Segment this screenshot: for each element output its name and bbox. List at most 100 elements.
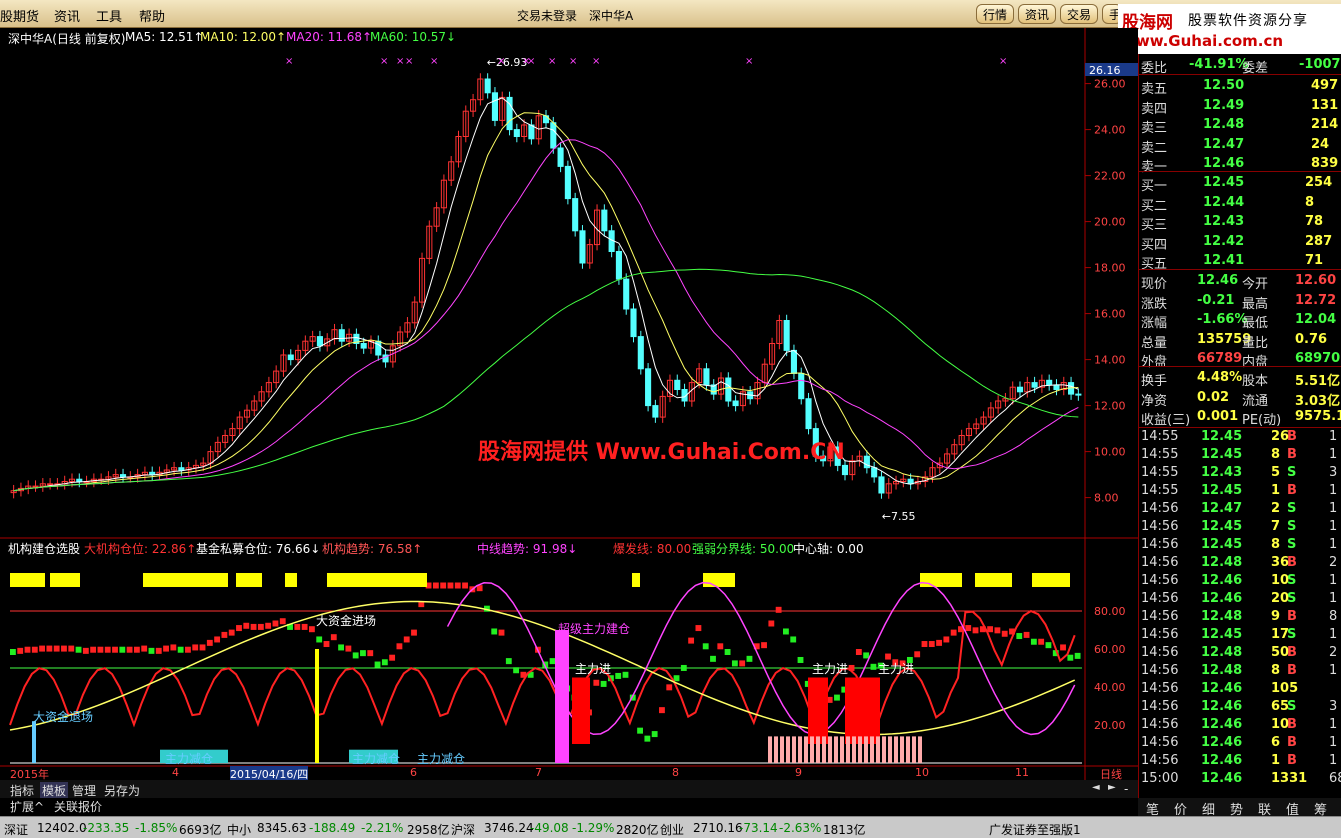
- candle-body: [871, 467, 878, 478]
- quote-cell: S: [1287, 573, 1297, 588]
- trend-bar: [338, 644, 344, 651]
- quote-button[interactable]: 行情: [976, 4, 1015, 24]
- super-build-bar: [555, 630, 569, 763]
- quote-cell: 5: [1271, 465, 1281, 480]
- trend-bar: [1023, 631, 1030, 638]
- quote-cell: 12.44: [1203, 194, 1245, 210]
- x-axis-label: 7: [535, 766, 542, 779]
- quote-cell: 12.47: [1201, 501, 1243, 516]
- trend-bar: [381, 659, 388, 666]
- quote-cell: 1: [1329, 753, 1338, 768]
- quote-cell: 1: [1329, 429, 1338, 444]
- candle-body: [615, 251, 622, 280]
- quote-cell: 1: [1271, 483, 1281, 498]
- menu-help[interactable]: 帮助: [139, 6, 165, 25]
- trend-bar: [637, 727, 643, 734]
- trend-bar: [367, 650, 374, 657]
- kline-chart-area[interactable]: 26.16 26.00 24.00 22.00 20.00 18.00 16.00 14.00…: [0, 28, 1138, 798]
- indicator-annotation: 主力进: [812, 662, 849, 676]
- status-bar: 深证 12402.0 -233.35 -1.85% 6693亿 中小 8345.63 -188…: [0, 816, 1341, 838]
- ind-y-tick-label: 60.00: [1094, 643, 1126, 656]
- pink-bar: [816, 736, 820, 763]
- pink-bar: [780, 736, 784, 763]
- quote-cell: 71: [1305, 253, 1324, 268]
- chart-canvas[interactable]: 26.1626.00 24.00 22.00 20.00 18.00 16.00 14.00…: [0, 28, 1138, 780]
- quote-cell: 3: [1329, 465, 1338, 480]
- tab-manage[interactable]: 管理: [72, 782, 96, 799]
- trend-bar: [498, 629, 505, 636]
- x-axis-label: 6: [410, 766, 417, 779]
- quote-cell: 买三: [1141, 218, 1168, 233]
- tab-template[interactable]: 模板: [40, 782, 69, 799]
- scroll-right-icon[interactable]: ►: [1108, 782, 1116, 793]
- menu-news[interactable]: 资讯: [54, 6, 80, 25]
- tab-related-quote[interactable]: 关联报价: [54, 798, 102, 815]
- menu-futures[interactable]: 股期货: [0, 6, 39, 25]
- y-tick-label: 16.00: [1094, 308, 1126, 321]
- position-block: [1032, 573, 1070, 587]
- trend-bar: [746, 655, 753, 662]
- quote-cell: -1.66%: [1197, 312, 1248, 327]
- quote-cell: 7: [1271, 519, 1281, 534]
- ma-legend-item: MA60: 10.57↓: [370, 30, 457, 44]
- indicator-annotation: 主力进: [575, 662, 612, 676]
- quote-cell: 买一: [1141, 179, 1168, 194]
- tab-extend[interactable]: 扩展^: [10, 798, 44, 815]
- candle-body: [1053, 384, 1060, 390]
- menu-tools[interactable]: 工具: [96, 6, 122, 25]
- quote-cell: 1: [1329, 537, 1338, 552]
- extension-tab-bar: 扩展^ 关联报价: [0, 798, 1138, 814]
- tab-save-as[interactable]: 另存为: [104, 782, 140, 799]
- trend-bar: [389, 654, 396, 661]
- tick-row: 14:56 12.48 9 B 8: [1139, 608, 1341, 627]
- pink-bar: [768, 736, 772, 763]
- candle-body: [76, 478, 83, 483]
- trend-bar: [761, 642, 767, 649]
- pink-bar: [864, 736, 868, 763]
- indicator-legend-item: 基金私募仓位: 76.66↓: [196, 542, 321, 556]
- pink-bar: [870, 736, 874, 763]
- status-item: 1813亿: [823, 823, 866, 837]
- quote-cell: 买二: [1141, 198, 1168, 214]
- tick-row: 14:56 12.46 6 B 1: [1139, 734, 1341, 753]
- quote-cell: 3: [1329, 699, 1338, 714]
- quote-cell: 0.76: [1295, 331, 1328, 347]
- quote-cell: 12.47: [1203, 136, 1245, 152]
- quote-cell: 2: [1271, 501, 1281, 516]
- status-item: 深证: [4, 823, 29, 837]
- trend-bar: [1030, 638, 1037, 645]
- indicator-name: 机构建仓选股: [8, 542, 81, 556]
- trade-button[interactable]: 交易: [1060, 4, 1099, 24]
- trend-bar: [710, 655, 716, 662]
- weibi-row: 委比 -41.91% 委差 -1007: [1139, 56, 1341, 76]
- trend-bar: [61, 645, 67, 652]
- trend-bar: [272, 620, 279, 627]
- candle-body: [783, 320, 790, 351]
- quote-cell: 股本: [1242, 374, 1269, 389]
- news-button[interactable]: 资讯: [1018, 4, 1057, 24]
- pink-bar: [798, 736, 802, 763]
- y-tick-label: 18.00: [1094, 262, 1126, 275]
- position-block: [703, 573, 735, 587]
- trend-bar: [75, 646, 82, 653]
- zoom-out-icon[interactable]: -: [1124, 782, 1128, 796]
- quote-panel: 委比 -41.91% 委差 -1007 卖五 12.50 497 卖四 12.49 131 卖三 12…: [1138, 54, 1341, 798]
- buy-row: 买四 12.42 287: [1139, 233, 1341, 253]
- tab-indicator[interactable]: 指标: [10, 782, 34, 799]
- trend-bar: [148, 647, 155, 654]
- candle-body: [652, 405, 659, 418]
- quote-cell: S: [1287, 519, 1297, 534]
- candle-body: [907, 478, 914, 485]
- quote-cell: 1: [1329, 735, 1338, 750]
- trend-bar: [250, 623, 257, 630]
- quote-cell: 内盘: [1242, 355, 1269, 370]
- candle-body: [732, 400, 739, 407]
- pink-bar: [900, 736, 904, 763]
- quote-cell: 14:56: [1141, 555, 1179, 570]
- trend-bar: [170, 644, 177, 651]
- scroll-left-icon[interactable]: ◄: [1092, 782, 1100, 793]
- trend-bar: [863, 652, 870, 659]
- quote-cell: 497: [1311, 78, 1339, 93]
- position-block: [143, 573, 228, 587]
- trend-bar: [1045, 642, 1052, 649]
